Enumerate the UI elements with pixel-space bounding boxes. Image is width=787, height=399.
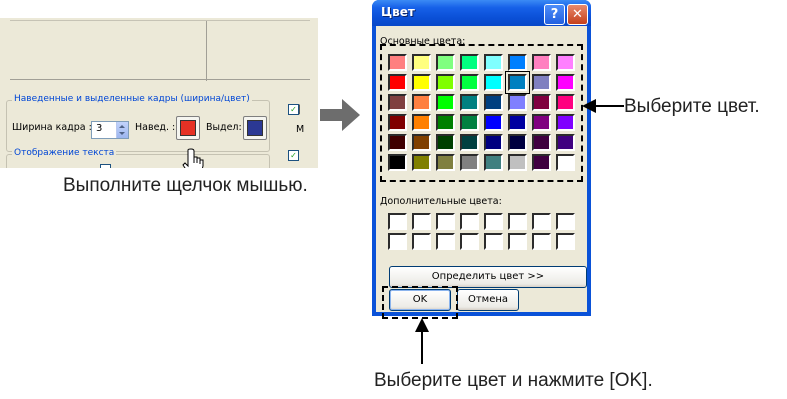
- custom-color-swatch[interactable]: [436, 213, 455, 230]
- custom-color-swatch[interactable]: [388, 233, 407, 250]
- right-arrow-icon: [320, 99, 360, 131]
- ok-button-highlight: [382, 286, 458, 319]
- custom-color-swatch[interactable]: [460, 213, 479, 230]
- frames-group-title: Наведенные и выделенные кадры (ширина/цв…: [12, 94, 252, 104]
- custom-color-swatch[interactable]: [532, 213, 551, 230]
- custom-color-swatch[interactable]: [460, 233, 479, 250]
- clipped-text: |: [298, 104, 302, 115]
- custom-color-swatch[interactable]: [508, 233, 527, 250]
- text-display-group-title: Отображение текста: [12, 148, 117, 158]
- hand-cursor-icon: [182, 148, 204, 168]
- checkbox-text[interactable]: [100, 164, 111, 168]
- help-button[interactable]: ?: [544, 4, 565, 25]
- selected-color-button[interactable]: [243, 116, 267, 140]
- close-button[interactable]: ✕: [567, 4, 588, 25]
- custom-color-swatch[interactable]: [436, 233, 455, 250]
- custom-colors-label: Дополнительные цвета:: [380, 196, 502, 207]
- custom-color-swatch[interactable]: [532, 233, 551, 250]
- frame-width-spinner[interactable]: 3: [91, 121, 129, 139]
- select-color-caption: Выберите цвет.: [624, 96, 760, 117]
- custom-color-swatch[interactable]: [484, 213, 503, 230]
- custom-color-swatch[interactable]: [388, 213, 407, 230]
- custom-color-swatch[interactable]: [412, 233, 431, 250]
- left-pointer-arrow-icon: [582, 99, 624, 113]
- custom-color-swatch[interactable]: [508, 213, 527, 230]
- preview-pane: [10, 20, 310, 81]
- basic-colors-highlight: [380, 44, 583, 182]
- up-pointer-arrow-icon: [415, 318, 429, 364]
- divider: [206, 21, 207, 81]
- frame-width-label: Ширина кадра :: [12, 122, 92, 133]
- click-caption: Выполните щелчок мышью.: [63, 175, 308, 196]
- custom-color-swatch[interactable]: [484, 233, 503, 250]
- checkbox-right-2[interactable]: ✓: [288, 150, 299, 161]
- custom-color-swatch[interactable]: [412, 213, 431, 230]
- clipped-label: М: [296, 124, 305, 135]
- custom-colors-grid: [388, 213, 575, 250]
- hover-color-button[interactable]: [176, 116, 200, 140]
- selected-color-label: Выдел:: [206, 122, 242, 133]
- custom-color-swatch[interactable]: [556, 213, 575, 230]
- selected-color-swatch[interactable]: [247, 120, 263, 136]
- spin-arrows-icon[interactable]: [116, 122, 128, 138]
- custom-color-swatch[interactable]: [556, 233, 575, 250]
- hover-color-label: Навед. :: [135, 122, 176, 133]
- define-custom-color-button[interactable]: Определить цвет >>: [389, 266, 587, 288]
- dialog-titlebar[interactable]: Цвет ? ✕: [372, 0, 591, 26]
- hover-color-swatch[interactable]: [180, 120, 196, 136]
- settings-fragment: Наведенные и выделенные кадры (ширина/цв…: [0, 18, 318, 168]
- text-display-group: Отображение текста: [6, 148, 270, 168]
- dialog-title: Цвет: [381, 5, 415, 19]
- divider: [10, 79, 310, 80]
- cancel-button[interactable]: Отмена: [457, 289, 519, 311]
- frame-width-value[interactable]: 3: [96, 123, 102, 134]
- select-and-ok-caption: Выберите цвет и нажмите [OK].: [374, 370, 653, 391]
